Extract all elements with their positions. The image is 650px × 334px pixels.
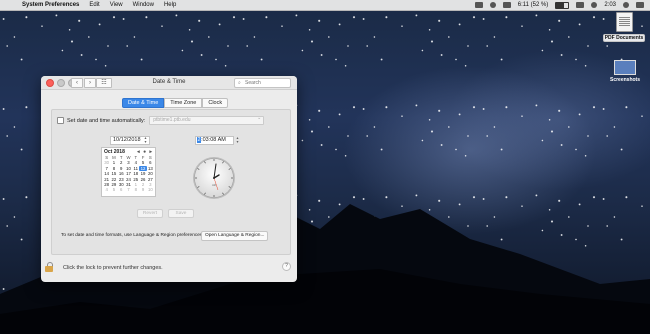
calendar-day[interactable]: 4 — [103, 187, 110, 192]
auto-time-checkbox[interactable] — [57, 117, 64, 124]
menu-window[interactable]: Window — [133, 2, 154, 8]
tab-clock[interactable]: Clock — [202, 98, 229, 108]
date-time-window: ‹ › ☷ Date & Time ⌕ Date & Time Time Zon… — [41, 76, 297, 282]
time-field[interactable]: 2:03:08 AM — [195, 136, 234, 145]
calendar-header: Oct 2018 ◂ ● ▸ — [102, 148, 155, 155]
time-rest[interactable]: :03:08 AM — [201, 137, 226, 143]
revert-button[interactable]: Revert — [137, 209, 163, 218]
bluetooth-icon[interactable] — [474, 2, 483, 8]
menu-bar: System Preferences Edit View Window Help… — [0, 0, 650, 11]
calendar-day[interactable]: 5 — [110, 187, 117, 192]
search-field[interactable]: ⌕ — [234, 78, 291, 88]
date-stepper[interactable]: ▴ ▾ — [143, 136, 148, 144]
spotlight-icon[interactable] — [623, 2, 629, 8]
desktop-icon-screenshots[interactable]: Screenshots — [603, 60, 647, 83]
notification-center-icon[interactable] — [636, 2, 644, 8]
tab-date-time[interactable]: Date & Time — [122, 98, 165, 108]
calendar-day[interactable]: 7 — [125, 187, 132, 192]
tab-bar: Date & Time Time Zone Clock — [122, 98, 229, 108]
auto-time-label: Set date and time automatically: — [67, 117, 146, 124]
dropbox-icon[interactable] — [489, 2, 496, 8]
image-thumbnail-icon — [614, 60, 636, 75]
calendar-day[interactable]: 6 — [118, 187, 125, 192]
display-icon[interactable] — [502, 2, 511, 8]
desktop-icon-pdf-documents[interactable]: PDF Documents — [602, 12, 646, 42]
app-menu[interactable]: System Preferences — [22, 2, 79, 8]
battery-icon[interactable] — [555, 1, 570, 9]
screenshots-label: Screenshots — [609, 77, 640, 83]
window-titlebar[interactable]: ‹ › ☷ Date & Time ⌕ — [41, 76, 297, 90]
time-stepper[interactable]: ▴ ▾ — [235, 136, 240, 144]
open-language-region-button[interactable]: Open Language & Region... — [201, 231, 269, 241]
document-icon — [615, 12, 633, 32]
calendar: Oct 2018 ◂ ● ▸ S M T W T F S 30 1 2 3 4 5 6 7 8 9 10 11 12 1… — [101, 147, 156, 197]
tab-time-zone[interactable]: Time Zone — [164, 98, 203, 108]
save-button[interactable]: Save — [168, 209, 194, 218]
pdf-documents-label: PDF Documents — [602, 34, 646, 42]
analog-clock: AM — [193, 157, 235, 199]
wifi-icon[interactable] — [576, 2, 585, 8]
volume-icon[interactable] — [591, 2, 598, 8]
menu-view[interactable]: View — [110, 2, 123, 8]
search-icon: ⌕ — [238, 80, 241, 86]
calendar-day[interactable]: 8 — [132, 187, 139, 192]
help-button[interactable]: ? — [282, 262, 291, 271]
calendar-grid: S M T W T F S 30 1 2 3 4 5 6 7 8 9 10 11 12 13 14 15 16 17 18 19 20… — [102, 155, 155, 193]
status-area: 6:11 (52 %) 2:03 — [474, 1, 644, 9]
menu-help[interactable]: Help — [164, 2, 176, 8]
menu-clock[interactable]: 2:03 — [604, 2, 616, 8]
auto-time-row: Set date and time automatically: ptbtime… — [57, 115, 265, 125]
clock-am-label: AM — [212, 184, 216, 187]
calendar-day[interactable]: 9 — [139, 187, 146, 192]
battery-status-text[interactable]: 6:11 (52 %) — [518, 2, 549, 8]
menu-edit[interactable]: Edit — [89, 2, 99, 8]
search-input[interactable] — [245, 79, 287, 86]
lock-icon[interactable] — [45, 262, 53, 272]
formats-hint-text: To set date and time formats, use Langua… — [61, 233, 204, 238]
calendar-day[interactable]: 10 — [147, 187, 154, 192]
time-server-select[interactable]: ptbtime1.ptb.edu — [149, 115, 265, 125]
lock-hint-text: Click the lock to prevent further change… — [63, 265, 163, 271]
